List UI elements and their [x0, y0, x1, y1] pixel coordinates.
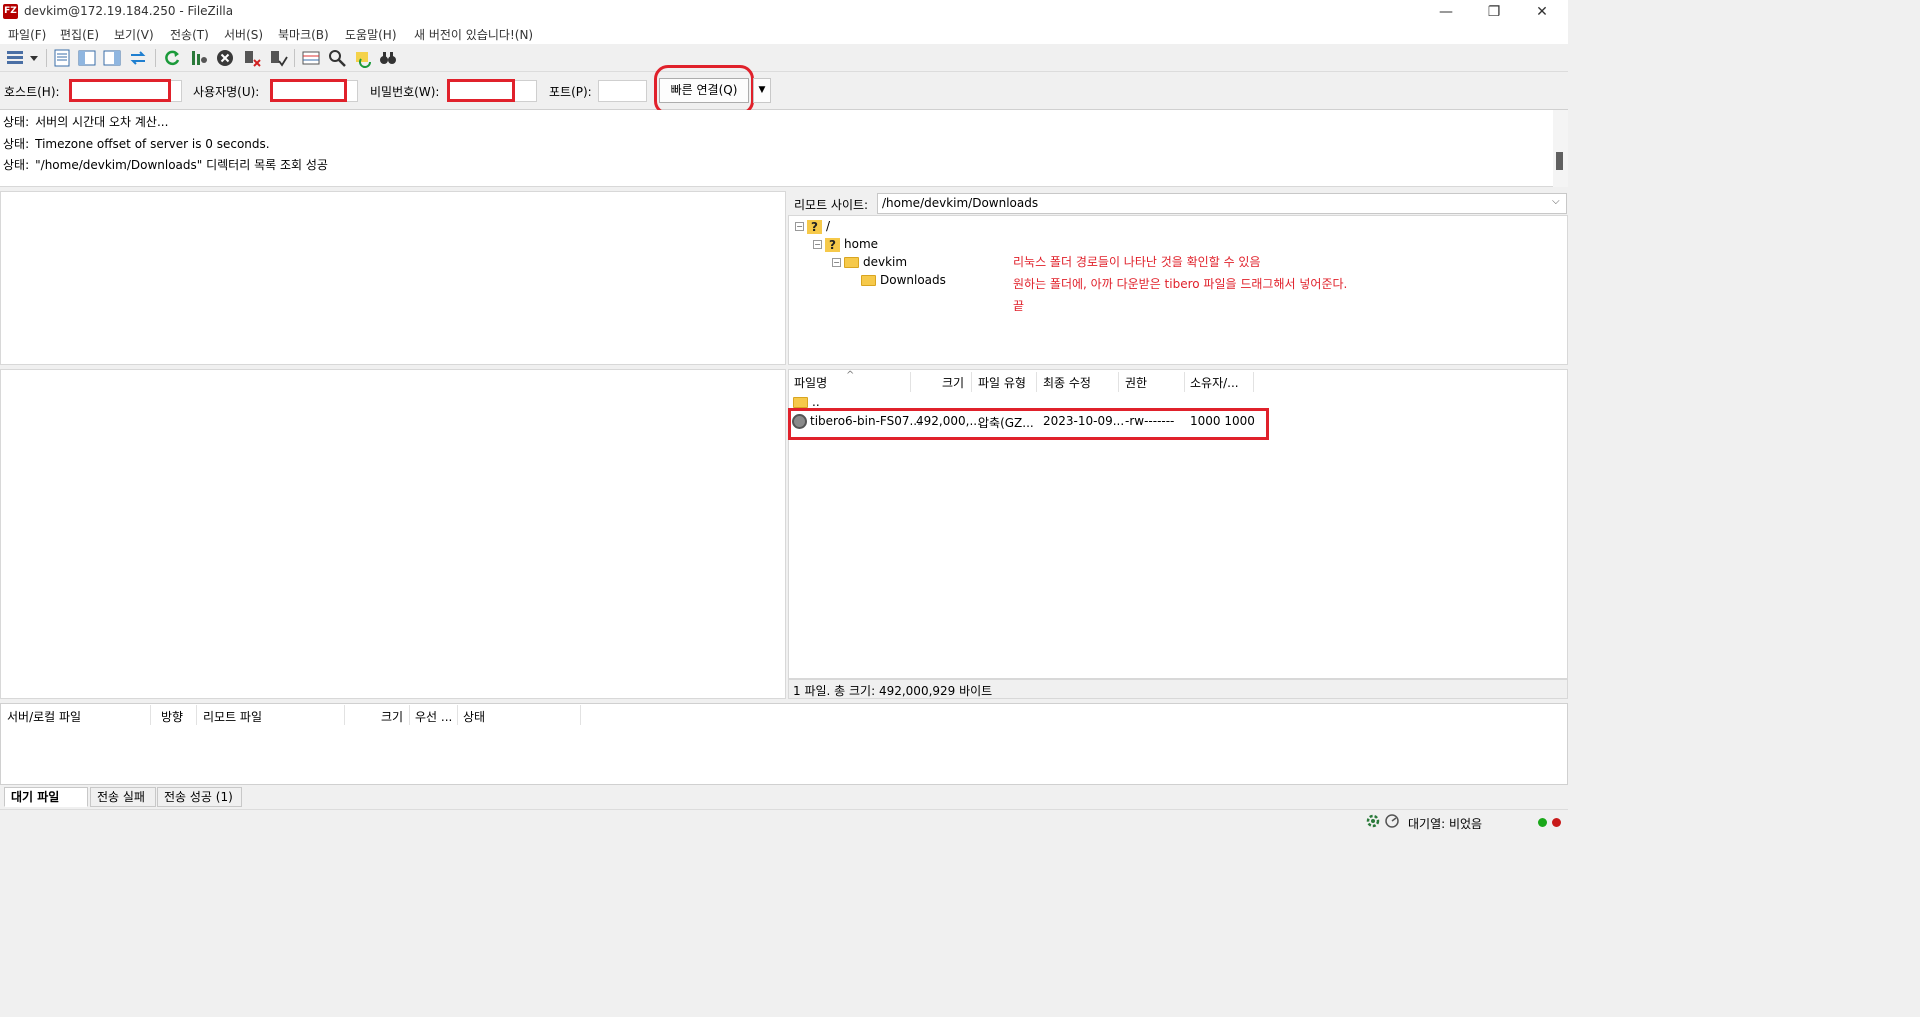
tree-node-home[interactable]: −? home	[813, 236, 878, 252]
quickconnect-bar: 호스트(H): 사용자명(U): 비밀번호(W): 포트(P):	[0, 72, 1568, 110]
tab-queued-files[interactable]: 대기 파일	[4, 787, 88, 807]
directory-compare-icon[interactable]	[301, 48, 321, 68]
sort-ascending-icon: ^	[846, 370, 855, 381]
column-header-modified[interactable]: 최종 수정	[1043, 374, 1091, 392]
sync-browse-icon[interactable]	[353, 48, 373, 68]
settings-gear-icon[interactable]	[1365, 813, 1381, 832]
site-manager-icon[interactable]	[5, 48, 25, 68]
filezilla-logo-icon: FZ	[3, 4, 18, 19]
remote-site-label: 리모트 사이트:	[794, 198, 869, 212]
folder-icon	[861, 275, 876, 286]
menu-view[interactable]: 보기(V)	[114, 26, 154, 43]
password-redaction-box	[447, 79, 515, 102]
menu-file[interactable]: 파일(F)	[8, 26, 46, 43]
column-header-owner[interactable]: 소유자/...	[1190, 374, 1239, 392]
chevron-down-icon[interactable]: ⌵	[1552, 196, 1560, 207]
tab-failed-transfers[interactable]: 전송 실패	[90, 787, 156, 807]
queue-column-priority[interactable]: 우선 ...	[415, 708, 452, 725]
host-redaction-box	[69, 79, 171, 102]
minimize-button[interactable]: —	[1422, 0, 1470, 24]
remote-path-input[interactable]: /home/devkim/Downloads	[877, 193, 1567, 214]
collapse-icon[interactable]: −	[795, 222, 804, 231]
host-label: 호스트(H):	[4, 85, 60, 99]
message-log: 상태: 서버의 시간대 오차 계산... 상태: Timezone offset o…	[0, 110, 1568, 187]
column-header-size[interactable]: 크기	[942, 374, 964, 392]
close-button[interactable]: ✕	[1518, 0, 1566, 24]
maximize-button[interactable]: ❐	[1470, 0, 1518, 24]
transfer-queue-icon[interactable]	[128, 48, 148, 68]
dropdown-arrow-icon[interactable]	[28, 48, 40, 68]
window-title: devkim@172.19.184.250 - FileZilla	[24, 4, 234, 18]
folder-icon	[793, 397, 808, 408]
queue-column-local-file[interactable]: 서버/로컬 파일	[7, 708, 81, 725]
menu-bar: 파일(F) 편집(E) 보기(V) 전송(T) 서버(S) 북마크(B) 도움말…	[0, 24, 1568, 44]
parent-directory-row[interactable]: ..	[793, 395, 820, 409]
tab-successful-transfers[interactable]: 전송 성공 (1)	[157, 787, 242, 807]
log-line: 상태: "/home/devkim/Downloads" 디렉터리 목록 조회 성…	[3, 158, 328, 172]
upload-led-icon	[1538, 818, 1547, 827]
menu-help[interactable]: 도움말(H)	[345, 26, 397, 43]
column-header-filename[interactable]: 파일명	[794, 374, 827, 392]
column-header-permissions[interactable]: 권한	[1125, 374, 1147, 392]
remote-tree-icon[interactable]	[102, 48, 122, 68]
speed-limit-icon[interactable]	[1384, 813, 1400, 832]
queue-column-direction[interactable]: 방향	[161, 708, 183, 725]
tree-node-downloads[interactable]: Downloads	[861, 272, 946, 288]
log-line: 상태: 서버의 시간대 오차 계산...	[3, 115, 169, 129]
quickconnect-dropdown-button[interactable]: ▼	[753, 78, 771, 103]
port-label: 포트(P):	[549, 85, 592, 99]
file-row-highlight	[788, 408, 1269, 440]
unknown-folder-icon: ?	[825, 237, 840, 252]
folder-icon	[844, 257, 859, 268]
annotation-line-3: 끝	[1013, 299, 1025, 313]
refresh-icon[interactable]	[162, 48, 182, 68]
search-icon[interactable]	[378, 48, 398, 68]
menu-transfer[interactable]: 전송(T)	[170, 26, 209, 43]
menu-bookmarks[interactable]: 북마크(B)	[278, 26, 329, 43]
port-input[interactable]	[598, 80, 647, 102]
annotation-line-2: 원하는 폴더에, 아까 다운받은 tibero 파일을 드래그해서 넣어준다.	[1013, 277, 1348, 291]
queue-column-size[interactable]: 크기	[381, 708, 403, 725]
local-tree-icon[interactable]	[77, 48, 97, 68]
quickconnect-highlight	[654, 65, 754, 115]
toolbar	[0, 44, 1568, 72]
collapse-icon[interactable]: −	[813, 240, 822, 249]
log-line: 상태: Timezone offset of server is 0 second…	[3, 137, 270, 151]
message-log-icon[interactable]	[52, 48, 72, 68]
log-scrollbar[interactable]	[1553, 110, 1568, 187]
filter-icon[interactable]	[327, 48, 347, 68]
menu-new-version[interactable]: 새 버전이 있습니다!(N)	[414, 26, 533, 43]
queue-column-remote-file[interactable]: 리모트 파일	[203, 708, 262, 725]
annotation-line-1: 리눅스 폴더 경로들이 나타난 것을 확인할 수 있음	[1013, 255, 1261, 269]
column-header-type[interactable]: 파일 유형	[978, 374, 1026, 392]
tree-node-devkim[interactable]: − devkim	[832, 254, 907, 270]
log-scrollbar-thumb[interactable]	[1556, 152, 1563, 170]
password-label: 비밀번호(W):	[370, 85, 440, 99]
collapse-icon[interactable]: −	[832, 258, 841, 267]
unknown-folder-icon: ?	[807, 219, 822, 234]
queue-column-status[interactable]: 상태	[463, 708, 485, 725]
username-label: 사용자명(U):	[193, 85, 260, 99]
remote-status-bar: 1 파일. 총 크기: 492,000,929 바이트	[788, 679, 1568, 699]
process-queue-icon[interactable]	[189, 48, 209, 68]
status-bar	[0, 809, 1568, 831]
menu-edit[interactable]: 편집(E)	[60, 26, 99, 43]
cancel-icon[interactable]	[215, 48, 235, 68]
menu-server[interactable]: 서버(S)	[224, 26, 263, 43]
username-redaction-box	[270, 79, 347, 102]
queue-status-text: 대기열: 비었음	[1408, 817, 1483, 831]
local-file-list[interactable]	[0, 369, 786, 699]
reconnect-icon[interactable]	[268, 48, 288, 68]
title-bar	[0, 0, 1568, 24]
tree-node-root[interactable]: −? /	[795, 218, 830, 234]
download-led-icon	[1552, 818, 1561, 827]
local-site-pane[interactable]	[0, 191, 786, 365]
disconnect-icon[interactable]	[242, 48, 262, 68]
